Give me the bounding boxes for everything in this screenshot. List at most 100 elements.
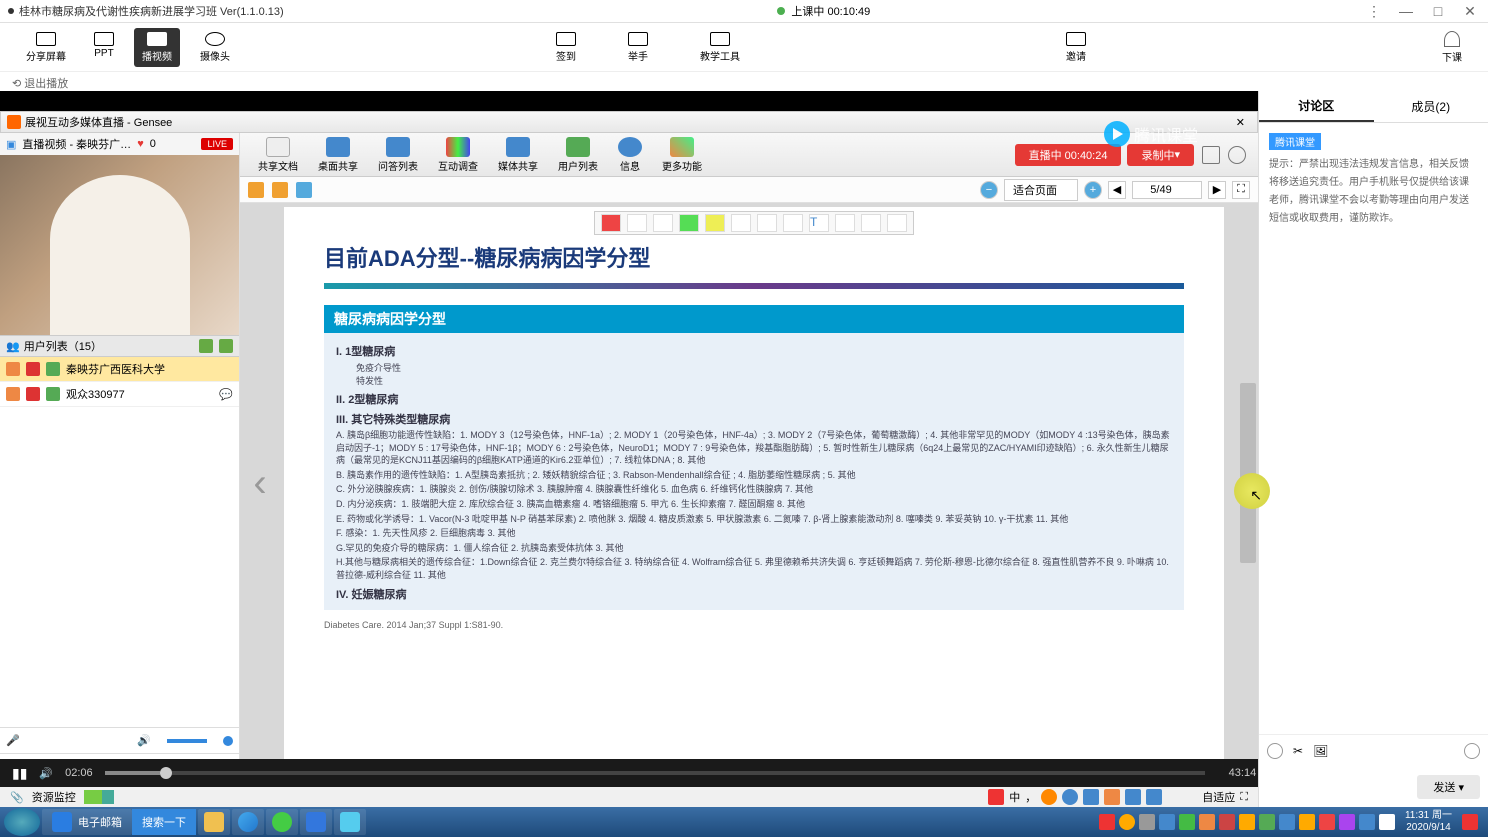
- cloud-icon[interactable]: [1041, 789, 1057, 805]
- page-select[interactable]: 5/49: [1132, 181, 1202, 199]
- play-video-button[interactable]: 播视频: [134, 28, 180, 67]
- tray-drive-icon[interactable]: [1139, 814, 1155, 830]
- tray-app2-icon[interactable]: [1219, 814, 1235, 830]
- settings-icon[interactable]: [1464, 743, 1480, 759]
- volume-button[interactable]: 🔊: [39, 767, 53, 780]
- task-explorer[interactable]: [198, 809, 230, 835]
- user-list-button[interactable]: 用户列表: [548, 135, 608, 175]
- arrow-tool[interactable]: [783, 214, 803, 232]
- tool5-icon[interactable]: [1146, 789, 1162, 805]
- tray-notif-icon[interactable]: [1462, 814, 1478, 830]
- live-badge: LIVE: [201, 138, 233, 150]
- user-row[interactable]: 观众330977 💬: [0, 382, 239, 407]
- slide-prev-button[interactable]: ‹: [240, 203, 280, 763]
- tray-net-icon[interactable]: [1159, 814, 1175, 830]
- eraser-tool[interactable]: [653, 214, 673, 232]
- more-func-button[interactable]: 更多功能: [652, 135, 712, 175]
- tab-discussion[interactable]: 讨论区: [1259, 91, 1374, 122]
- tray-app7-icon[interactable]: [1319, 814, 1335, 830]
- zoom-out-button[interactable]: −: [980, 181, 998, 199]
- sogou-icon[interactable]: [988, 789, 1004, 805]
- media-share-button[interactable]: 媒体共享: [488, 135, 548, 175]
- tab-members[interactable]: 成员(2): [1374, 91, 1488, 122]
- marker-tool[interactable]: [705, 214, 725, 232]
- image-button[interactable]: 🖼: [1313, 744, 1328, 758]
- tool4-icon[interactable]: [1125, 789, 1141, 805]
- tool1-icon[interactable]: [1062, 789, 1078, 805]
- progress-bar[interactable]: [105, 771, 1205, 775]
- survey-button[interactable]: 互动调查: [428, 135, 488, 175]
- save-tool[interactable]: [887, 214, 907, 232]
- task-app[interactable]: [334, 809, 366, 835]
- tray-sogou-icon[interactable]: [1099, 814, 1115, 830]
- user-row[interactable]: 秦映芬广西医科大学: [0, 357, 239, 382]
- hand-list-icon[interactable]: [199, 339, 213, 353]
- task-email[interactable]: 电子邮箱: [42, 809, 132, 835]
- task-browser[interactable]: [232, 809, 264, 835]
- fullscreen-button[interactable]: ⛶: [1232, 181, 1250, 199]
- zoom-in-button[interactable]: +: [1084, 181, 1102, 199]
- zoom-select[interactable]: 适合页面: [1004, 179, 1078, 201]
- qa-button[interactable]: 问答列表: [368, 135, 428, 175]
- highlight-tool[interactable]: [679, 214, 699, 232]
- tray-volume-icon[interactable]: [1379, 814, 1395, 830]
- tray-app5-icon[interactable]: [1279, 814, 1295, 830]
- tray-app9-icon[interactable]: [1359, 814, 1375, 830]
- userlist-header: 👥 用户列表（15）: [0, 335, 239, 357]
- start-button[interactable]: [4, 808, 40, 836]
- search-button[interactable]: 搜索一下: [132, 809, 196, 835]
- system-clock[interactable]: 11:31 周一 2020/9/14: [1399, 810, 1458, 834]
- expand-button[interactable]: ⛶: [1240, 791, 1248, 804]
- scissors-button[interactable]: ✂: [1293, 744, 1303, 758]
- prev-page-button[interactable]: ◀: [1108, 181, 1126, 199]
- tray-wechat-icon[interactable]: [1179, 814, 1195, 830]
- doc-icon[interactable]: [296, 182, 312, 198]
- ppt-button[interactable]: PPT: [86, 28, 122, 67]
- pointer-tool[interactable]: [601, 214, 621, 232]
- system-notice: 提示：严禁出现违法违规发言信息，相关反馈将移送追究责任。用户手机账号仅提供给该课…: [1269, 156, 1478, 228]
- tray-app6-icon[interactable]: [1299, 814, 1315, 830]
- line-tool[interactable]: [757, 214, 777, 232]
- folder-open-icon[interactable]: [248, 182, 264, 198]
- tray-app3-icon[interactable]: [1239, 814, 1255, 830]
- emoji-button[interactable]: [1267, 743, 1283, 759]
- close-button[interactable]: ✕: [1460, 3, 1480, 19]
- tool3-icon[interactable]: [1104, 789, 1120, 805]
- rect-tool[interactable]: [731, 214, 751, 232]
- share-doc-button[interactable]: 共享文档: [248, 135, 308, 175]
- folder-add-icon[interactable]: [272, 182, 288, 198]
- tray-app1-icon[interactable]: [1199, 814, 1215, 830]
- signin-button[interactable]: 签到: [548, 28, 584, 67]
- text-tool[interactable]: T: [809, 214, 829, 232]
- next-page-button[interactable]: ▶: [1208, 181, 1226, 199]
- end-class-button[interactable]: 下课: [1434, 27, 1470, 68]
- teach-tools-button[interactable]: 教学工具: [692, 28, 748, 67]
- task-wps[interactable]: [300, 809, 332, 835]
- pause-button[interactable]: ▮▮: [12, 765, 27, 782]
- tray-app4-icon[interactable]: [1259, 814, 1275, 830]
- invite-button[interactable]: 邀请: [1058, 28, 1094, 67]
- gensee-close-button[interactable]: ✕: [1230, 116, 1251, 129]
- camera-button[interactable]: 摄像头: [192, 28, 238, 67]
- undo-tool[interactable]: [835, 214, 855, 232]
- tray-app8-icon[interactable]: [1339, 814, 1355, 830]
- minimize-button[interactable]: —: [1396, 3, 1416, 19]
- raise-hand-button[interactable]: 举手: [620, 28, 656, 67]
- desktop-share-button[interactable]: 桌面共享: [308, 135, 368, 175]
- gear-icon[interactable]: [1228, 146, 1246, 164]
- task-media[interactable]: [266, 809, 298, 835]
- presenter-video[interactable]: [0, 155, 239, 335]
- mic-list-icon[interactable]: [219, 339, 233, 353]
- clear-tool[interactable]: [861, 214, 881, 232]
- pen-tool[interactable]: [627, 214, 647, 232]
- exit-playback-button[interactable]: ⟲ 退出播放: [0, 71, 1488, 91]
- send-button[interactable]: 发送 ▾: [1417, 775, 1480, 799]
- tool2-icon[interactable]: [1083, 789, 1099, 805]
- maximize-button[interactable]: □: [1428, 3, 1448, 19]
- share-screen-button[interactable]: 分享屏幕: [18, 28, 74, 67]
- tray-360-icon[interactable]: [1119, 814, 1135, 830]
- info-button[interactable]: 信息: [608, 135, 652, 175]
- user-avatar-icon: [46, 362, 60, 376]
- more-button[interactable]: ⋮: [1364, 3, 1384, 19]
- layout-icon[interactable]: [1202, 146, 1220, 164]
